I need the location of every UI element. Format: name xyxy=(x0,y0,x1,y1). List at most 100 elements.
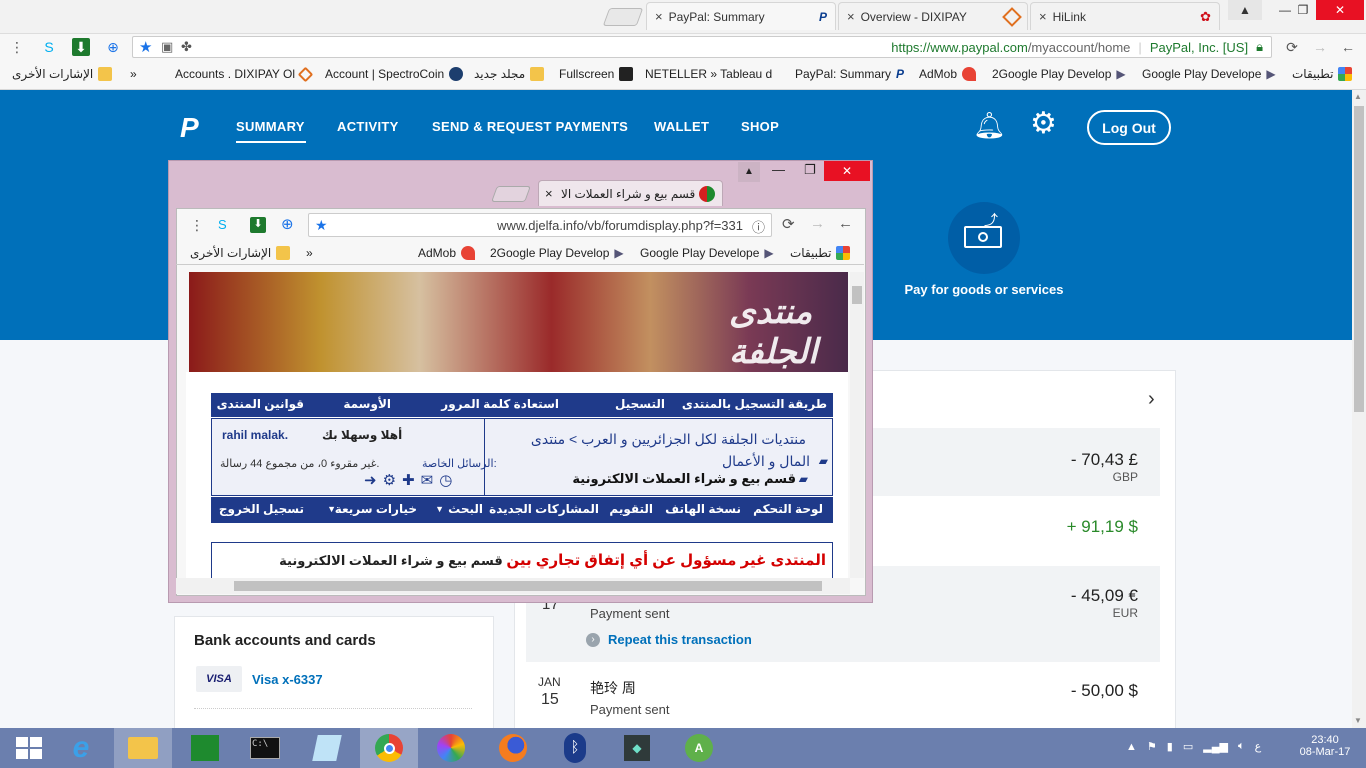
close-icon[interactable]: × xyxy=(1039,9,1047,24)
bookmark-google-play-2[interactable]: 2Google Play Develop ▶ xyxy=(490,246,624,260)
visa-card-link[interactable]: Visa x-6337 xyxy=(252,672,323,687)
nav-wallet[interactable]: WALLET xyxy=(654,119,709,134)
profile-button[interactable]: ▲ xyxy=(1228,0,1262,20)
other-bookmarks[interactable]: الإشارات الأخرى xyxy=(12,67,113,81)
bookmark-fullscreen[interactable]: Fullscreen xyxy=(559,67,634,81)
close-window-button[interactable]: ✕ xyxy=(1316,0,1364,20)
nav-control-panel[interactable]: لوحة التحكم xyxy=(753,502,823,516)
close-window-button[interactable]: ✕ xyxy=(824,161,870,181)
volume-icon[interactable]: 🔈︎ xyxy=(1238,740,1245,753)
add-user-icon[interactable]: ✚ xyxy=(402,471,415,489)
taskbar-filmora[interactable]: ◆ xyxy=(608,728,666,768)
bookmark-google-play-2[interactable]: 2Google Play Develop ▶ xyxy=(992,67,1126,81)
close-icon[interactable]: × xyxy=(847,9,855,24)
language-indicator[interactable]: ع xyxy=(1255,740,1262,753)
chevron-right-icon[interactable]: › xyxy=(1148,388,1155,411)
nav-send-request[interactable]: SEND & REQUEST PAYMENTS xyxy=(432,119,628,134)
address-bar[interactable]: ★ ▣ ✤ https://www.paypal.com/myaccount/h… xyxy=(132,36,1272,58)
bookmark-spectrocoin[interactable]: Account | SpectroCoin xyxy=(325,67,464,81)
add-extension-icon[interactable]: ⊕ xyxy=(104,38,122,56)
menu-icon[interactable]: ⋮ xyxy=(190,217,204,234)
nav-medals[interactable]: الأوسمة xyxy=(343,397,391,411)
bookmark-paypal[interactable]: PayPal: Summary P xyxy=(795,67,904,81)
nav-search[interactable]: البحث xyxy=(448,502,483,516)
restore-button[interactable]: ❐ xyxy=(1286,0,1320,20)
add-extension-icon[interactable]: ⊕ xyxy=(281,215,294,233)
paypal-logo[interactable]: P xyxy=(180,112,199,144)
bookmark-admob[interactable]: AdMob xyxy=(418,246,476,260)
clock-icon[interactable]: ◷ xyxy=(439,471,452,489)
repeat-icon[interactable]: › xyxy=(586,633,600,647)
pm-label[interactable]: الرسائل الخاصة: xyxy=(422,457,497,470)
taskbar-app[interactable] xyxy=(298,728,356,768)
clock[interactable]: 23:40 08-Mar-17 xyxy=(1290,734,1360,758)
bookmark-dixipay[interactable]: Accounts . DIXIPAY Ol xyxy=(175,66,314,82)
repeat-transaction-link[interactable]: Repeat this transaction xyxy=(608,632,752,647)
chat-icon[interactable]: ✉ xyxy=(421,471,434,489)
page-scrollbar-thumb[interactable] xyxy=(1354,106,1364,412)
back-icon[interactable]: ← xyxy=(838,215,853,232)
taskbar-store[interactable] xyxy=(176,728,234,768)
skype-icon[interactable]: S xyxy=(218,217,227,232)
nav-registration-guide[interactable]: طريقة التسجيل بالمنتدى xyxy=(682,397,827,411)
download-extension-icon[interactable]: ⬇ xyxy=(72,38,90,56)
gear-icon[interactable]: ⚙ xyxy=(1030,106,1057,141)
bookmark-star-icon[interactable]: ★ xyxy=(315,217,328,234)
nav-new-posts[interactable]: المشاركات الجديدة xyxy=(489,502,599,516)
bookmark-google-play[interactable]: Google Play Develope ▶ xyxy=(1142,67,1276,81)
info-icon[interactable]: ⓘ xyxy=(752,217,765,236)
nav-logout[interactable]: تسجيل الخروج xyxy=(219,502,304,516)
tab-dixipay[interactable]: × Overview - DIXIPAY xyxy=(838,2,1028,30)
minimize-button[interactable]: — xyxy=(772,162,785,177)
tab-hilink[interactable]: × HiLink ✿ xyxy=(1030,2,1220,30)
network-icon[interactable]: ▂▄▆ xyxy=(1203,740,1228,753)
monitor-icon[interactable]: ▭ xyxy=(1183,740,1193,753)
taskbar-paint[interactable] xyxy=(422,728,480,768)
flag-icon[interactable]: ⚑ xyxy=(1147,740,1157,753)
start-button[interactable] xyxy=(0,728,58,768)
scroll-up-icon[interactable]: ▲ xyxy=(1354,92,1362,101)
profile-button[interactable]: ▲ xyxy=(738,162,760,182)
forward-icon[interactable]: → xyxy=(1311,38,1329,56)
tab-forum[interactable]: × قسم بيع و شراء العملات الا xyxy=(538,180,723,206)
nav-shop[interactable]: SHOP xyxy=(741,119,779,134)
bell-icon[interactable]: 🔔︎ xyxy=(973,110,1006,141)
puzzle-icon[interactable]: ✤ xyxy=(181,39,192,55)
more-bookmarks-button[interactable]: » xyxy=(130,67,137,81)
new-tab-button[interactable] xyxy=(491,186,531,202)
close-icon[interactable]: × xyxy=(655,9,663,24)
breadcrumb[interactable]: منتديات الجلفة لكل الجزائريين و العرب > … xyxy=(531,431,806,448)
skype-icon[interactable]: S xyxy=(40,38,58,56)
bookmark-neteller[interactable]: NETELLER » Tableau d xyxy=(645,67,772,81)
tray-expand-icon[interactable]: ▲ xyxy=(1126,741,1137,753)
bookmark-admob[interactable]: AdMob xyxy=(919,67,977,81)
new-tab-button[interactable] xyxy=(602,8,644,26)
more-bookmarks-button[interactable]: » xyxy=(306,246,313,260)
bookmark-apps[interactable]: تطبيقات xyxy=(1292,67,1353,81)
logout-button[interactable]: Log Out xyxy=(1087,110,1171,145)
nav-register[interactable]: التسجيل xyxy=(615,397,665,411)
popup-horizontal-scrollbar[interactable] xyxy=(176,578,850,594)
reload-icon[interactable]: ⟳ xyxy=(1283,38,1301,56)
nav-quick-options[interactable]: خيارات سريعة xyxy=(335,502,417,516)
camera-icon[interactable]: ▣ xyxy=(161,39,173,55)
taskbar-ie[interactable]: e xyxy=(52,728,110,768)
taskbar-firefox[interactable] xyxy=(484,728,542,768)
bookmark-apps[interactable]: تطبيقات xyxy=(790,246,851,260)
nav-mobile-version[interactable]: نسخة الهاتف xyxy=(665,502,741,516)
taskbar-bluetooth[interactable]: ᛒ xyxy=(546,728,604,768)
scrollbar-thumb[interactable] xyxy=(852,286,862,304)
battery-icon[interactable]: ▮ xyxy=(1167,740,1173,753)
nav-summary[interactable]: SUMMARY xyxy=(236,119,305,134)
download-extension-icon[interactable]: ⬇ xyxy=(250,217,266,233)
popup-address-bar[interactable]: ★ www.djelfa.info/vb/forumdisplay.php?f=… xyxy=(308,213,772,237)
scroll-down-icon[interactable]: ▼ xyxy=(1354,716,1362,725)
nav-calendar[interactable]: التقويم xyxy=(609,502,653,516)
scrollbar-thumb[interactable] xyxy=(234,581,822,591)
reload-icon[interactable]: ⟳ xyxy=(782,215,795,233)
bookmark-google-play[interactable]: Google Play Develope ▶ xyxy=(640,246,774,260)
nav-password-recovery[interactable]: استعادة كلمة المرور xyxy=(441,397,559,411)
nav-rules[interactable]: قوانين المنتدى xyxy=(217,397,304,411)
breadcrumb-category[interactable]: المال و الأعمال xyxy=(722,453,810,470)
tab-paypal-summary[interactable]: × PayPal: Summary P xyxy=(646,2,836,30)
